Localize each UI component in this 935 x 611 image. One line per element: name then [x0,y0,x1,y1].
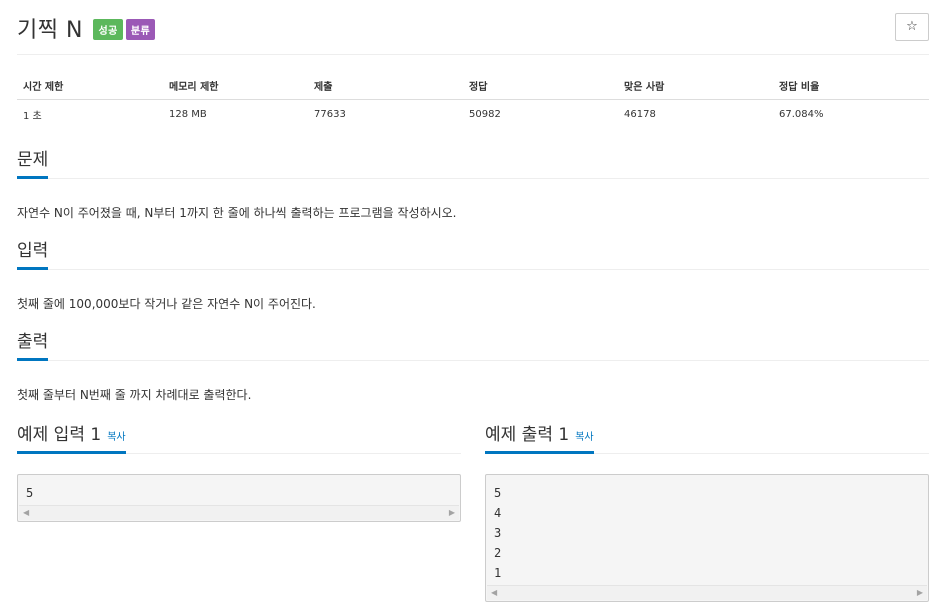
sample-input-panel: 예제 입력 1 복사 5 ◀ ▶ [17,425,461,522]
sample-output-line: 4 [494,506,502,520]
sample-input-title: 예제 입력 1 복사 [17,425,126,454]
copy-sample-input-link[interactable]: 복사 [107,432,125,443]
scroll-left-icon[interactable]: ◀ [491,588,497,597]
sample-input-box[interactable]: 5 ◀ ▶ [17,474,461,522]
section-header: 문제 [17,150,929,179]
problem-header: 기찍 N 성공 분류 ☆ [17,10,929,55]
input-section: 입력 첫째 줄에 100,000보다 작거나 같은 자연수 N이 주어진다. [17,241,929,312]
copy-sample-output-link[interactable]: 복사 [575,432,593,443]
problem-info-table: 시간 제한 메모리 제한 제출 정답 맞은 사람 정답 비율 1 초 128 M… [17,72,929,129]
time-limit-value: 1 초 [23,111,42,122]
sample-output-title: 예제 출력 1 복사 [485,425,594,454]
sample-output-line: 3 [494,526,502,540]
section-header: 입력 [17,241,929,270]
info-table-header-row: 시간 제한 메모리 제한 제출 정답 맞은 사람 정답 비율 [17,72,929,100]
page-title: 기찍 N 성공 분류 [17,12,156,44]
favorite-button[interactable]: ☆ [895,13,929,41]
description-title: 문제 [17,150,49,179]
header-memory-limit: 메모리 제한 [163,72,308,100]
sample-input-content: 5 [18,475,460,505]
sample-input-title-text: 예제 입력 1 [17,425,102,445]
sample-input-line: 5 [26,486,34,500]
star-icon: ☆ [906,19,918,34]
input-title: 입력 [17,241,49,270]
description-section: 문제 자연수 N이 주어졌을 때, N부터 1까지 한 줄에 하나씩 출력하는 … [17,150,929,221]
solvers-value[interactable]: 46178 [618,100,773,130]
accept-ratio-value: 67.084% [779,109,824,120]
header-solvers: 맞은 사람 [618,72,773,100]
memory-limit-value: 128 MB [169,109,207,120]
input-text: 첫째 줄에 100,000보다 작거나 같은 자연수 N이 주어진다. [17,297,316,311]
header-accept-ratio: 정답 비율 [773,72,929,100]
scroll-left-icon[interactable]: ◀ [23,508,29,517]
sample-output-line: 2 [494,546,502,560]
submissions-value[interactable]: 77633 [308,100,463,130]
status-badge-success: 성공 [93,19,123,40]
header-time-limit: 시간 제한 [17,72,163,100]
header-accepted: 정답 [463,72,618,100]
sample-output-box[interactable]: 5 4 3 2 1 ◀ ▶ [485,474,929,602]
table-row: 1 초 128 MB 77633 50982 46178 67.084% [17,100,929,130]
accepted-value: 50982 [469,109,501,120]
header-submissions: 제출 [308,72,463,100]
problem-title: 기찍 N [17,18,83,43]
category-badge[interactable]: 분류 [125,19,156,40]
horizontal-scrollbar[interactable]: ◀ ▶ [487,585,927,600]
section-header: 예제 입력 1 복사 [17,425,461,454]
sample-output-line: 1 [494,566,502,580]
description-text: 자연수 N이 주어졌을 때, N부터 1까지 한 줄에 하나씩 출력하는 프로그… [17,206,457,220]
output-section: 출력 첫째 줄부터 N번째 줄 까지 차례대로 출력한다. [17,332,929,403]
sample-output-title-text: 예제 출력 1 [485,425,570,445]
sample-output-line: 5 [494,486,502,500]
scroll-right-icon[interactable]: ▶ [449,508,455,517]
output-text: 첫째 줄부터 N번째 줄 까지 차례대로 출력한다. [17,388,252,402]
horizontal-scrollbar[interactable]: ◀ ▶ [19,505,459,520]
section-header: 예제 출력 1 복사 [485,425,929,454]
scroll-right-icon[interactable]: ▶ [917,588,923,597]
sample-output-panel: 예제 출력 1 복사 5 4 3 2 1 ◀ ▶ [485,425,929,602]
output-title: 출력 [17,332,49,361]
section-header: 출력 [17,332,929,361]
sample-output-content: 5 4 3 2 1 [486,475,928,585]
